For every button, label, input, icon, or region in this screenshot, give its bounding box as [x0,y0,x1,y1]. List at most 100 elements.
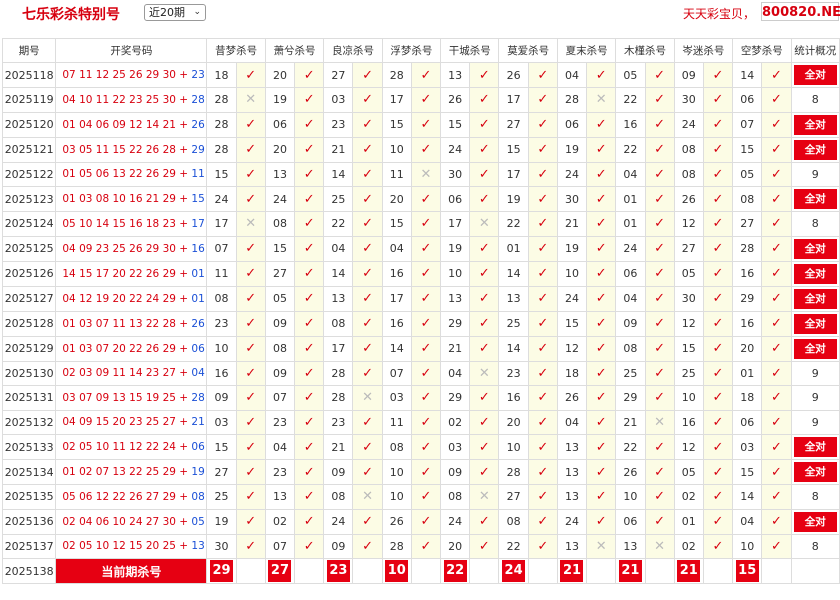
check-icon: ✓ [352,136,383,163]
check-icon: ✓ [294,87,325,113]
stat-cell: 全对 [790,235,840,262]
check-icon: ✓ [586,335,617,362]
check-icon: ✓ [702,260,734,287]
stat-cell: 8 [790,484,840,510]
kill-number: 15 [556,310,588,337]
check-icon: ✓ [410,260,442,287]
kill-number: 28 [323,385,354,411]
check-icon: ✓ [235,335,266,362]
check-icon: ✓ [527,360,558,386]
kill-number: 24 [323,508,354,535]
current-kill-value: 21 [677,560,701,582]
check-icon: ✓ [352,434,383,460]
cross-icon: ✕ [586,87,617,113]
draw-cell: 04 09 15 20 23 25 27 + 21 [55,409,208,435]
check-icon: ✓ [702,484,734,510]
header-row: 期号 开奖号码 昔梦杀号 萧兮杀号 良凉杀号 浮梦杀号 干城杀号 莫爱杀号 夏末… [1,38,840,63]
kill-number: 08 [323,310,354,337]
stat-cell: 全对 [790,62,840,88]
kill-number: 09 [264,360,296,386]
check-icon: ✓ [294,235,325,262]
current-kill-value: 24 [502,560,526,582]
kill-number: 06 [732,409,763,435]
kill-number: 28 [381,62,412,88]
check-icon: ✓ [702,533,734,559]
kill-number: 10 [732,533,763,559]
issue-cell: 2025129 [1,335,57,362]
kill-number: 18 [556,360,588,386]
current-empty-cell [235,558,266,584]
kill-number: 17 [498,161,529,187]
kill-number: 12 [673,434,704,460]
all-correct-badge: 全对 [793,338,837,359]
kill-number: 25 [673,360,704,386]
kill-number: 06 [732,87,763,113]
check-icon: ✓ [294,360,325,386]
all-correct-badge: 全对 [793,511,837,532]
draw-cell: 02 04 06 10 24 27 30 + 05 [55,508,208,535]
kill-number: 26 [673,186,704,212]
draw-numbers: 05 10 14 15 16 18 23 [62,217,176,230]
kill-number: 09 [323,533,354,559]
check-icon: ✓ [352,186,383,212]
kill-number: 15 [732,459,763,485]
check-icon: ✓ [294,285,325,312]
draw-numbers: 04 12 19 20 22 24 29 [62,292,176,305]
check-icon: ✓ [352,235,383,262]
check-icon: ✓ [527,385,558,411]
stat-cell: 全对 [790,310,840,337]
current-issue-cell: 2025138 [1,558,57,584]
kill-number: 01 [498,235,529,262]
check-icon: ✓ [410,136,442,163]
col-header-killer-6: 莫爱杀号 [498,38,558,63]
kill-number: 07 [206,235,237,262]
special-number: 16 [191,242,205,255]
kill-number: 08 [615,335,646,362]
kill-number: 14 [498,260,529,287]
check-icon: ✓ [352,62,383,88]
kill-number: 02 [264,508,296,535]
check-icon: ✓ [294,62,325,88]
check-icon: ✓ [469,409,500,435]
stat-cell: 8 [790,211,840,237]
kill-number: 15 [206,161,237,187]
kill-number: 13 [556,484,588,510]
current-kill-value: 10 [385,560,409,582]
cross-icon: ✕ [235,87,266,113]
kill-number: 10 [381,459,412,485]
check-icon: ✓ [761,459,792,485]
site-badge[interactable]: 800820.NET [761,2,840,21]
check-icon: ✓ [410,310,442,337]
col-header-killer-1: 昔梦杀号 [206,38,266,63]
col-header-stat: 统计概况 [790,38,840,63]
kill-number: 15 [673,335,704,362]
kill-number: 29 [615,385,646,411]
kill-number: 25 [615,360,646,386]
check-icon: ✓ [294,260,325,287]
check-icon: ✓ [586,161,617,187]
kill-number: 24 [556,161,588,187]
check-icon: ✓ [586,235,617,262]
kill-number: 06 [440,186,471,212]
kill-number: 08 [498,508,529,535]
table-row: 2025131 03 07 09 13 15 19 25 + 28 09 ✓ 07 ✓ 28… [1,385,840,411]
check-icon: ✓ [294,136,325,163]
cross-icon: ✕ [235,211,266,237]
special-number: 26 [191,317,205,330]
check-icon: ✓ [644,459,675,485]
kill-number: 13 [556,533,588,559]
check-icon: ✓ [761,211,792,237]
draw-numbers: 07 11 12 25 26 29 30 [62,69,176,81]
cross-icon: ✕ [469,484,500,510]
kill-number: 02 [673,484,704,510]
col-header-draw: 开奖号码 [55,38,208,63]
check-icon: ✓ [469,161,500,187]
kill-number: 11 [381,161,412,187]
period-select[interactable]: 近20期 ⌄ [144,4,206,21]
kill-number: 10 [381,136,412,163]
kill-number: 23 [323,409,354,435]
current-kill-value: 21 [618,560,642,582]
table-row: 2025132 04 09 15 20 23 25 27 + 21 03 ✓ 23 ✓ 23… [1,409,840,435]
check-icon: ✓ [410,459,442,485]
check-icon: ✓ [761,186,792,212]
